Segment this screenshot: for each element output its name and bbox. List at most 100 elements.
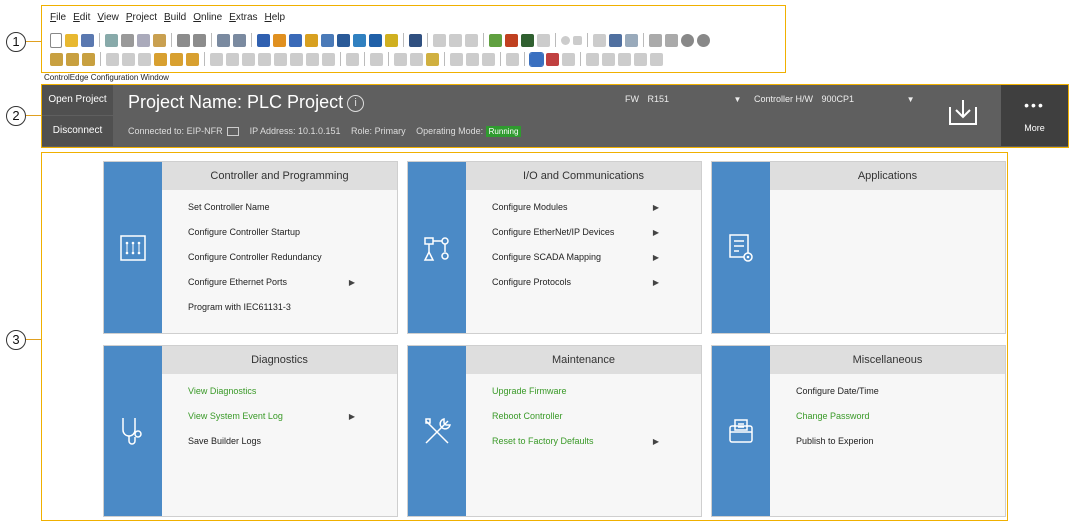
transition-icon[interactable] <box>394 52 407 66</box>
screen-icon[interactable] <box>609 33 622 47</box>
redo-icon[interactable] <box>193 33 206 47</box>
login-icon[interactable] <box>521 33 534 47</box>
menu-reboot-controller[interactable]: Reboot Controller <box>492 411 681 436</box>
open-folder-icon[interactable] <box>65 33 78 47</box>
logout-icon[interactable] <box>537 33 550 47</box>
record-icon[interactable] <box>561 35 570 45</box>
menu-online[interactable]: Online <box>193 12 222 26</box>
menu-publish-to-experion[interactable]: Publish to Experion <box>796 436 985 461</box>
chart-icon[interactable] <box>369 33 382 47</box>
new-file-icon[interactable] <box>50 32 62 48</box>
book-icon[interactable] <box>385 33 398 47</box>
insert-comment-icon[interactable] <box>186 52 199 66</box>
zoom-out-icon[interactable] <box>233 33 246 47</box>
ladder-coil-icon[interactable] <box>66 52 79 66</box>
insert-jump-icon[interactable] <box>138 52 151 66</box>
settings-tool-icon[interactable] <box>625 33 638 47</box>
insert-return-icon[interactable] <box>170 52 183 66</box>
menu-file[interactable]: File <box>50 12 66 26</box>
download-icon[interactable] <box>505 33 518 47</box>
globe-icon[interactable] <box>353 33 366 47</box>
insert-label-icon[interactable] <box>154 52 167 66</box>
divergence-icon[interactable] <box>426 52 439 66</box>
menu-build[interactable]: Build <box>164 12 186 26</box>
view-form-icon[interactable] <box>562 52 575 66</box>
backward-icon[interactable] <box>602 52 615 66</box>
step-sfc-icon[interactable] <box>370 52 383 66</box>
step-icon[interactable] <box>449 33 462 47</box>
wand-icon[interactable] <box>649 33 662 47</box>
forward-icon[interactable] <box>586 52 599 66</box>
list-icon[interactable] <box>289 33 302 47</box>
menu-edit[interactable]: Edit <box>73 12 90 26</box>
layout-icon[interactable] <box>273 33 286 47</box>
watch-icon[interactable] <box>465 33 478 47</box>
view-split-icon[interactable] <box>546 52 559 66</box>
menu-help[interactable]: Help <box>265 12 286 26</box>
play-circle-icon[interactable] <box>681 33 694 47</box>
contact-nc-icon[interactable] <box>274 52 287 66</box>
hw-dropdown-icon[interactable]: ▼ <box>907 95 915 104</box>
info-icon[interactable]: i <box>347 94 365 112</box>
open-project-button[interactable]: Open Project <box>42 85 113 115</box>
jump-icon[interactable] <box>450 52 463 66</box>
view-grid-icon[interactable] <box>529 51 544 67</box>
menu-reset-factory-defaults[interactable]: Reset to Factory Defaults ▶ <box>492 436 681 461</box>
zoom-in-icon[interactable] <box>217 33 230 47</box>
debug-icon[interactable] <box>433 33 446 47</box>
align-icon[interactable] <box>506 52 519 66</box>
branch-icon[interactable] <box>242 52 255 66</box>
save-icon[interactable] <box>81 33 94 47</box>
more-button[interactable]: ••• More <box>1001 85 1068 146</box>
menu-configure-controller-startup[interactable]: Configure Controller Startup <box>188 227 377 252</box>
coil-reset-icon[interactable] <box>322 52 335 66</box>
firmware-select[interactable]: FW R151 ▼ <box>625 94 741 104</box>
table-view-icon[interactable] <box>482 52 495 66</box>
macro-icon[interactable] <box>466 52 479 66</box>
contact-no-icon[interactable] <box>258 52 271 66</box>
brush-icon[interactable] <box>665 33 678 47</box>
table-icon[interactable] <box>321 33 334 47</box>
coil-set-icon[interactable] <box>306 52 319 66</box>
insert-box-icon[interactable] <box>106 52 119 66</box>
ladder-contact-icon[interactable] <box>82 52 95 66</box>
menu-configure-ethernet-ports[interactable]: Configure Ethernet Ports ▶ <box>188 277 377 302</box>
menu-configure-date-time[interactable]: Configure Date/Time <box>796 386 985 411</box>
build-icon[interactable] <box>305 33 318 47</box>
menu-configure-ethernet-ip-devices[interactable]: Configure EtherNet/IP Devices ▶ <box>492 227 681 252</box>
online-icon[interactable] <box>489 33 502 47</box>
stop-icon[interactable] <box>573 35 582 45</box>
coil-icon[interactable] <box>290 52 303 66</box>
undo-icon[interactable] <box>177 33 190 47</box>
disconnect-button[interactable]: Disconnect <box>42 116 113 146</box>
controller-hw-select[interactable]: Controller H/W 900CP1 ▼ <box>754 94 915 104</box>
menu-program-iec61131[interactable]: Program with IEC61131-3 <box>188 302 377 327</box>
copy-icon[interactable] <box>137 33 150 47</box>
insert-input-icon[interactable] <box>122 52 135 66</box>
menu-configure-scada-mapping[interactable]: Configure SCADA Mapping ▶ <box>492 252 681 277</box>
rung-icon[interactable] <box>210 52 223 66</box>
page-icon[interactable] <box>618 52 631 66</box>
window-icon[interactable] <box>257 33 270 47</box>
parallel-icon[interactable] <box>226 52 239 66</box>
download-to-controller-icon[interactable] <box>947 97 979 127</box>
menu-configure-protocols[interactable]: Configure Protocols ▶ <box>492 277 681 302</box>
menu-extras[interactable]: Extras <box>229 12 257 26</box>
ladder-icon[interactable] <box>50 52 63 66</box>
find-icon[interactable] <box>105 33 118 47</box>
action-icon[interactable] <box>410 52 423 66</box>
menu-configure-controller-redundancy[interactable]: Configure Controller Redundancy <box>188 252 377 277</box>
menu-view-diagnostics[interactable]: View Diagnostics <box>188 386 377 411</box>
paste-icon[interactable] <box>153 33 166 47</box>
menu-configure-modules[interactable]: Configure Modules ▶ <box>492 202 681 227</box>
menu-project[interactable]: Project <box>126 12 157 26</box>
menu-change-password[interactable]: Change Password <box>796 411 985 436</box>
menu-upgrade-firmware[interactable]: Upgrade Firmware <box>492 386 681 411</box>
function-block-icon[interactable] <box>346 52 359 66</box>
next-icon[interactable] <box>634 52 647 66</box>
previous-icon[interactable] <box>650 52 663 66</box>
menu-view[interactable]: View <box>97 12 119 26</box>
calculator-icon[interactable] <box>409 33 422 47</box>
menu-save-builder-logs[interactable]: Save Builder Logs <box>188 436 377 461</box>
menu-view-system-event-log[interactable]: View System Event Log ▶ <box>188 411 377 436</box>
